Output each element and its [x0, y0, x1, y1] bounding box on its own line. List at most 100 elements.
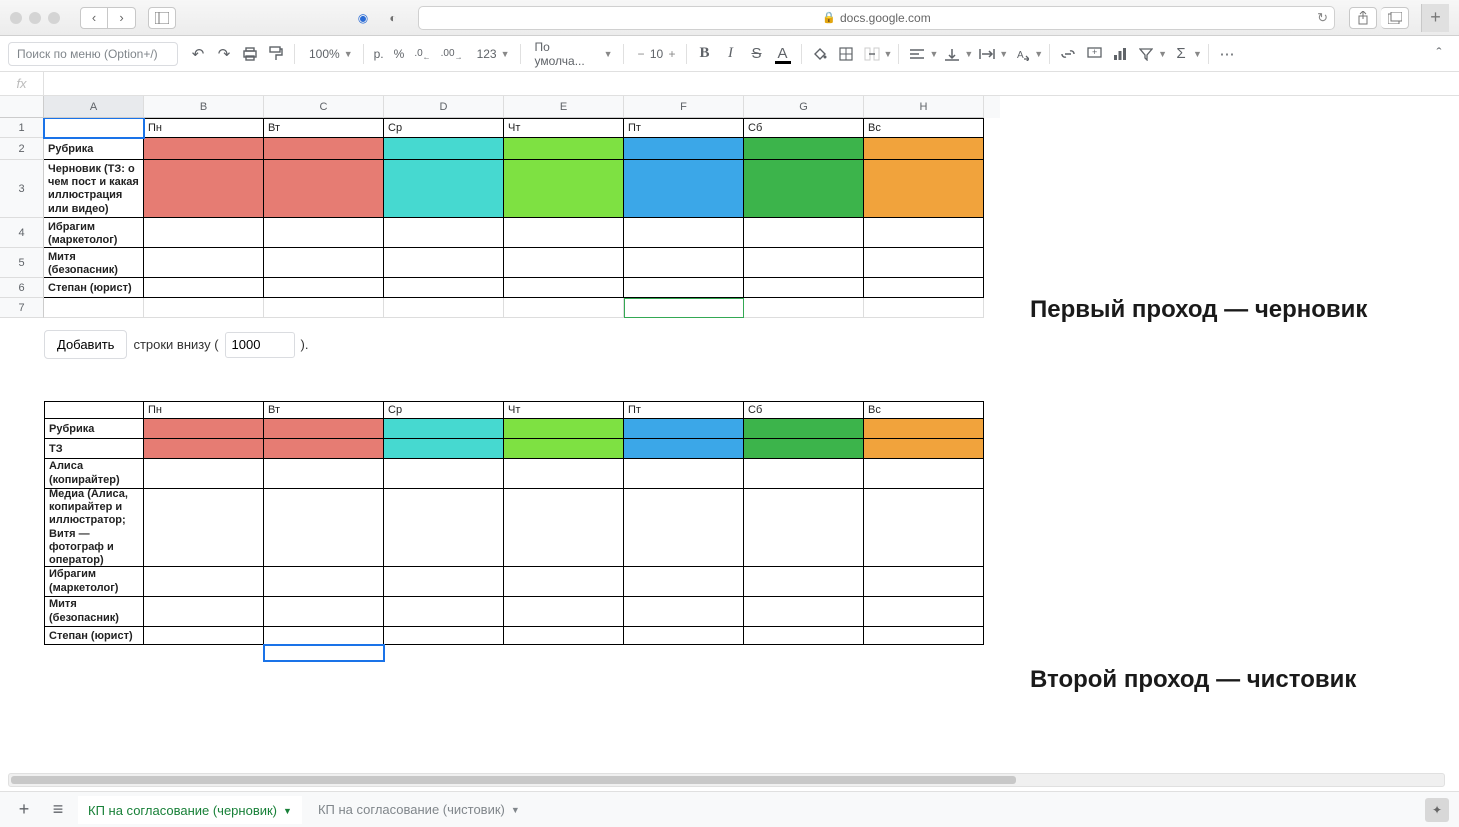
cell-C3[interactable]	[264, 160, 384, 218]
col-header-B[interactable]: B	[144, 96, 264, 118]
t2-r3-sat[interactable]	[744, 459, 864, 489]
bold-button[interactable]: B	[693, 42, 717, 66]
cell-E7[interactable]	[504, 298, 624, 318]
tabs-button[interactable]	[1381, 7, 1409, 29]
more-button[interactable]: ⋯	[1215, 42, 1239, 66]
t2-selected-cell[interactable]	[264, 645, 384, 661]
t2-r1-label[interactable]: Рубрика	[44, 419, 144, 439]
cell-E1[interactable]: Чт	[504, 118, 624, 138]
t2-r7-sat[interactable]	[744, 627, 864, 645]
t2-r5-tue[interactable]	[264, 567, 384, 597]
row-header-2[interactable]: 2	[0, 138, 44, 160]
zoom-dropdown[interactable]: 100%▼	[301, 42, 357, 66]
minimize-window-icon[interactable]	[29, 12, 41, 24]
redo-button[interactable]: ↷	[212, 42, 236, 66]
currency-format-button[interactable]: р.	[370, 47, 388, 61]
vertical-align-button[interactable]	[940, 42, 964, 66]
cell-H3[interactable]	[864, 160, 984, 218]
t2-day-tue[interactable]: Вт	[264, 401, 384, 419]
undo-button[interactable]: ↶	[186, 42, 210, 66]
t2-day-sat[interactable]: Сб	[744, 401, 864, 419]
t2-r1-thu[interactable]	[504, 419, 624, 439]
t2-r4-mon[interactable]	[144, 489, 264, 567]
functions-caret[interactable]: ▼	[1193, 49, 1202, 59]
font-dropdown[interactable]: По умолча...▼	[527, 42, 617, 66]
cell-F7[interactable]	[624, 298, 744, 318]
col-header-A[interactable]: A	[44, 96, 144, 118]
cell-A7[interactable]	[44, 298, 144, 318]
t2-r3-sun[interactable]	[864, 459, 984, 489]
all-sheets-button[interactable]: ≡	[44, 796, 72, 824]
cell-E6[interactable]	[504, 278, 624, 298]
cell-H1[interactable]: Вс	[864, 118, 984, 138]
formula-input[interactable]	[44, 72, 1459, 95]
cell-E4[interactable]	[504, 218, 624, 248]
cell-E2[interactable]	[504, 138, 624, 160]
col-header-F[interactable]: F	[624, 96, 744, 118]
row-header-4[interactable]: 4	[0, 218, 44, 248]
spreadsheet-grid[interactable]: A B C D E F G H 1 Пн Вт Ср Чт Пт Сб Вс 2…	[0, 96, 1000, 786]
t2-day-thu[interactable]: Чт	[504, 401, 624, 419]
t2-r7-wed[interactable]	[384, 627, 504, 645]
t2-r4-wed[interactable]	[384, 489, 504, 567]
rotation-caret[interactable]: ▼	[1034, 49, 1043, 59]
row-header-1[interactable]: 1	[0, 118, 44, 138]
t2-corner[interactable]	[44, 401, 144, 419]
t2-r1-wed[interactable]	[384, 419, 504, 439]
cell-B2[interactable]	[144, 138, 264, 160]
t2-r2-fri[interactable]	[624, 439, 744, 459]
t2-r6-sat[interactable]	[744, 597, 864, 627]
cell-D5[interactable]	[384, 248, 504, 278]
t2-r3-label[interactable]: Алиса (копирайтер)	[44, 459, 144, 489]
scrollbar-thumb[interactable]	[11, 776, 1016, 784]
text-rotation-button[interactable]: A	[1010, 42, 1034, 66]
cell-F3[interactable]	[624, 160, 744, 218]
cell-A6[interactable]: Степан (юрист)	[44, 278, 144, 298]
cell-H5[interactable]	[864, 248, 984, 278]
reload-icon[interactable]: ↻	[1317, 10, 1328, 26]
t2-r2-sun[interactable]	[864, 439, 984, 459]
italic-button[interactable]: I	[719, 42, 743, 66]
t2-r5-fri[interactable]	[624, 567, 744, 597]
sidebar-toggle-button[interactable]	[148, 7, 176, 29]
insert-comment-button[interactable]: +	[1082, 42, 1106, 66]
t2-r2-mon[interactable]	[144, 439, 264, 459]
cell-G5[interactable]	[744, 248, 864, 278]
cell-G7[interactable]	[744, 298, 864, 318]
col-header-D[interactable]: D	[384, 96, 504, 118]
t2-day-mon[interactable]: Пн	[144, 401, 264, 419]
col-header-E[interactable]: E	[504, 96, 624, 118]
valign-caret[interactable]: ▼	[964, 49, 973, 59]
t2-r3-fri[interactable]	[624, 459, 744, 489]
cell-F6[interactable]	[624, 278, 744, 298]
percent-format-button[interactable]: %	[390, 47, 409, 61]
t2-r5-thu[interactable]	[504, 567, 624, 597]
add-rows-input[interactable]	[225, 332, 295, 358]
sheet-tab-active[interactable]: КП на согласование (черновик) ▼	[78, 796, 302, 824]
t2-r6-fri[interactable]	[624, 597, 744, 627]
privacy-shield-icon[interactable]: ◉	[352, 7, 374, 29]
back-button[interactable]: ‹	[80, 7, 108, 29]
cell-C4[interactable]	[264, 218, 384, 248]
t2-r6-tue[interactable]	[264, 597, 384, 627]
functions-button[interactable]: Σ	[1169, 42, 1193, 66]
row-header-6[interactable]: 6	[0, 278, 44, 298]
t2-r7-mon[interactable]	[144, 627, 264, 645]
cell-C7[interactable]	[264, 298, 384, 318]
row-header-5[interactable]: 5	[0, 248, 44, 278]
cell-A2[interactable]: Рубрика	[44, 138, 144, 160]
reader-mode-icon[interactable]: ◐	[382, 7, 404, 29]
t2-r5-mon[interactable]	[144, 567, 264, 597]
t2-day-wed[interactable]: Ср	[384, 401, 504, 419]
cell-F5[interactable]	[624, 248, 744, 278]
t2-r1-fri[interactable]	[624, 419, 744, 439]
t2-r6-sun[interactable]	[864, 597, 984, 627]
col-header-H[interactable]: H	[864, 96, 984, 118]
t2-r7-label[interactable]: Степан (юрист)	[44, 627, 144, 645]
t2-r5-sun[interactable]	[864, 567, 984, 597]
t2-r2-wed[interactable]	[384, 439, 504, 459]
t2-day-fri[interactable]: Пт	[624, 401, 744, 419]
select-all-corner[interactable]	[0, 96, 44, 118]
text-color-button[interactable]: A	[771, 42, 795, 66]
cell-C5[interactable]	[264, 248, 384, 278]
